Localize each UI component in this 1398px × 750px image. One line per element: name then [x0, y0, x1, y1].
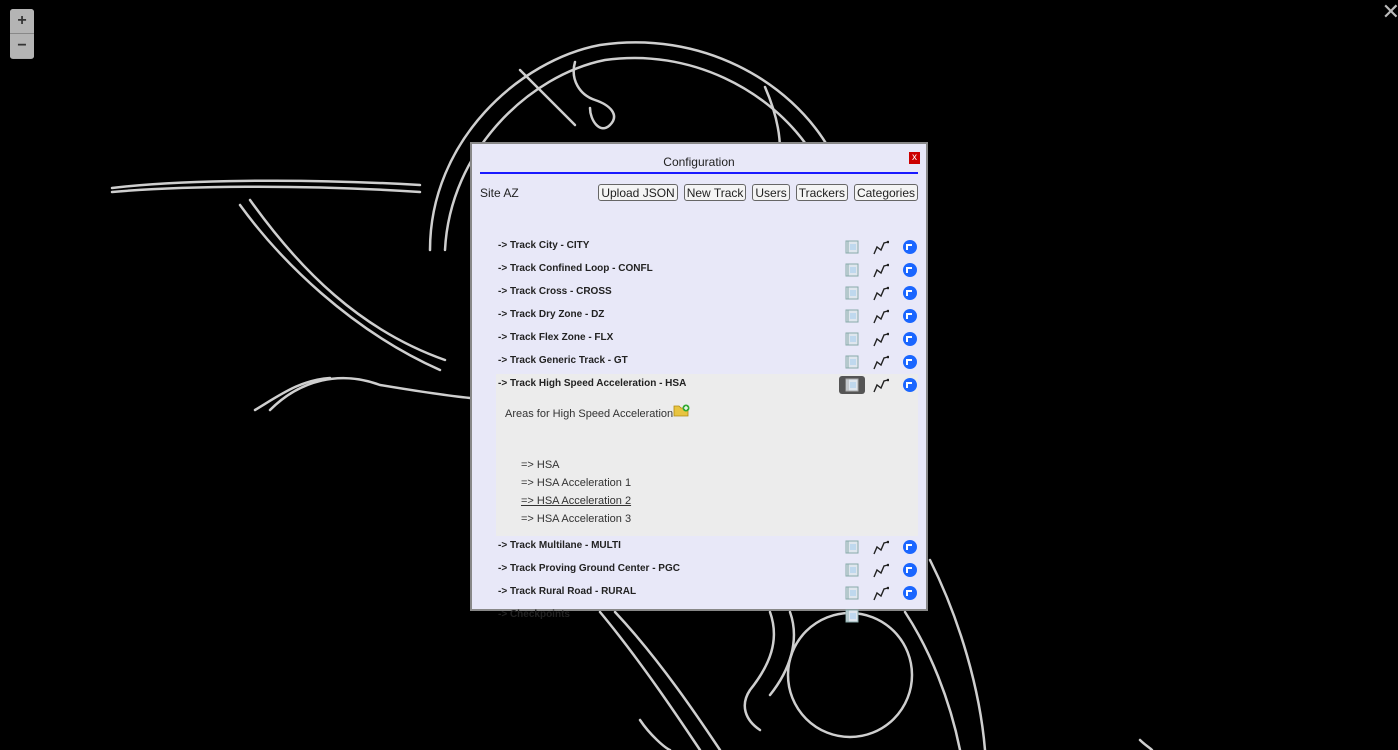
- track-label[interactable]: -> Track Multilane - MULTI: [498, 540, 621, 551]
- track-label[interactable]: -> Track City - CITY: [498, 240, 589, 251]
- dialog-toolbar: Site AZ Upload JSON New Track Users Trac…: [480, 184, 918, 202]
- location-icon[interactable]: [902, 354, 918, 370]
- zoom-out-button[interactable]: −: [10, 33, 34, 58]
- trackers-button[interactable]: Trackers: [795, 184, 848, 201]
- users-button[interactable]: Users: [752, 184, 790, 201]
- add-folder-icon[interactable]: [673, 403, 691, 417]
- checkpoints-row: -> Checkpoints: [496, 605, 918, 628]
- areas-title: Areas for High Speed Acceleration: [505, 408, 674, 420]
- track-row: -> Track Generic Track - GT: [496, 351, 918, 374]
- track-row: -> Track Rural Road - RURAL: [496, 582, 918, 605]
- new-track-button[interactable]: New Track: [683, 184, 747, 201]
- toolbar-buttons: Upload JSON New Track Users Trackers Cat…: [598, 184, 918, 201]
- book-icon[interactable]: [844, 308, 860, 324]
- book-icon[interactable]: [844, 285, 860, 301]
- book-icon[interactable]: [844, 239, 860, 255]
- track-label[interactable]: -> Track Proving Ground Center - PGC: [498, 563, 680, 574]
- location-icon[interactable]: [902, 562, 918, 578]
- book-icon[interactable]: [844, 331, 860, 347]
- site-name: Site AZ: [480, 186, 519, 200]
- track-row: -> Track Confined Loop - CONFL: [496, 259, 918, 282]
- track-path-icon[interactable]: [873, 585, 889, 601]
- dialog-title: Configuration: [480, 150, 918, 174]
- track-row: -> Track Cross - CROSS: [496, 282, 918, 305]
- track-path-icon[interactable]: [873, 377, 889, 393]
- area-item[interactable]: => HSA Acceleration 1: [521, 477, 631, 489]
- track-path-icon[interactable]: [873, 308, 889, 324]
- track-path-icon[interactable]: [873, 354, 889, 370]
- location-icon[interactable]: [902, 239, 918, 255]
- location-icon[interactable]: [902, 262, 918, 278]
- location-icon[interactable]: [902, 539, 918, 555]
- zoom-control: + −: [10, 9, 34, 59]
- book-icon[interactable]: [844, 354, 860, 370]
- track-row: -> Track Dry Zone - DZ: [496, 305, 918, 328]
- zoom-in-button[interactable]: +: [10, 9, 34, 33]
- configuration-dialog: Configuration x Site AZ Upload JSON New …: [470, 142, 928, 623]
- track-path-icon[interactable]: [873, 239, 889, 255]
- track-path-icon[interactable]: [873, 562, 889, 578]
- track-path-icon[interactable]: [873, 262, 889, 278]
- book-icon[interactable]: [844, 608, 860, 624]
- book-icon[interactable]: [844, 585, 860, 601]
- location-icon[interactable]: [902, 308, 918, 324]
- dialog-close-button[interactable]: x: [909, 152, 920, 164]
- track-row: -> Track Multilane - MULTI: [496, 536, 918, 559]
- area-item[interactable]: => HSA: [521, 459, 560, 471]
- areas-panel: Areas for High Speed Acceleration => HSA…: [496, 397, 918, 536]
- track-label[interactable]: -> Track Generic Track - GT: [498, 355, 628, 366]
- track-label[interactable]: -> Track Dry Zone - DZ: [498, 309, 604, 320]
- book-icon[interactable]: [844, 539, 860, 555]
- track-row-active: -> Track High Speed Acceleration - HSA: [496, 374, 918, 397]
- location-icon[interactable]: [902, 377, 918, 393]
- track-row: -> Track Proving Ground Center - PGC: [496, 559, 918, 582]
- track-path-icon[interactable]: [873, 285, 889, 301]
- map-close-icon[interactable]: ✕: [1382, 0, 1398, 24]
- track-label[interactable]: -> Track Flex Zone - FLX: [498, 332, 613, 343]
- track-list: -> Track City - CITY -> Track Confined L…: [496, 236, 918, 628]
- location-icon[interactable]: [902, 331, 918, 347]
- checkpoints-label[interactable]: -> Checkpoints: [498, 609, 570, 620]
- book-icon[interactable]: [844, 262, 860, 278]
- track-path-icon[interactable]: [873, 539, 889, 555]
- book-icon[interactable]: [844, 562, 860, 578]
- track-row: -> Track City - CITY: [496, 236, 918, 259]
- track-label[interactable]: -> Track Rural Road - RURAL: [498, 586, 636, 597]
- track-path-icon[interactable]: [873, 331, 889, 347]
- upload-json-button[interactable]: Upload JSON: [598, 184, 678, 201]
- categories-button[interactable]: Categories: [853, 184, 918, 201]
- location-icon[interactable]: [902, 285, 918, 301]
- track-label[interactable]: -> Track Cross - CROSS: [498, 286, 612, 297]
- area-item-hovered[interactable]: => HSA Acceleration 2: [521, 495, 631, 507]
- track-row: -> Track Flex Zone - FLX: [496, 328, 918, 351]
- location-icon[interactable]: [902, 585, 918, 601]
- area-item[interactable]: => HSA Acceleration 3: [521, 513, 631, 525]
- book-icon[interactable]: [839, 376, 865, 394]
- track-label[interactable]: -> Track High Speed Acceleration - HSA: [498, 378, 686, 389]
- track-label[interactable]: -> Track Confined Loop - CONFL: [498, 263, 653, 274]
